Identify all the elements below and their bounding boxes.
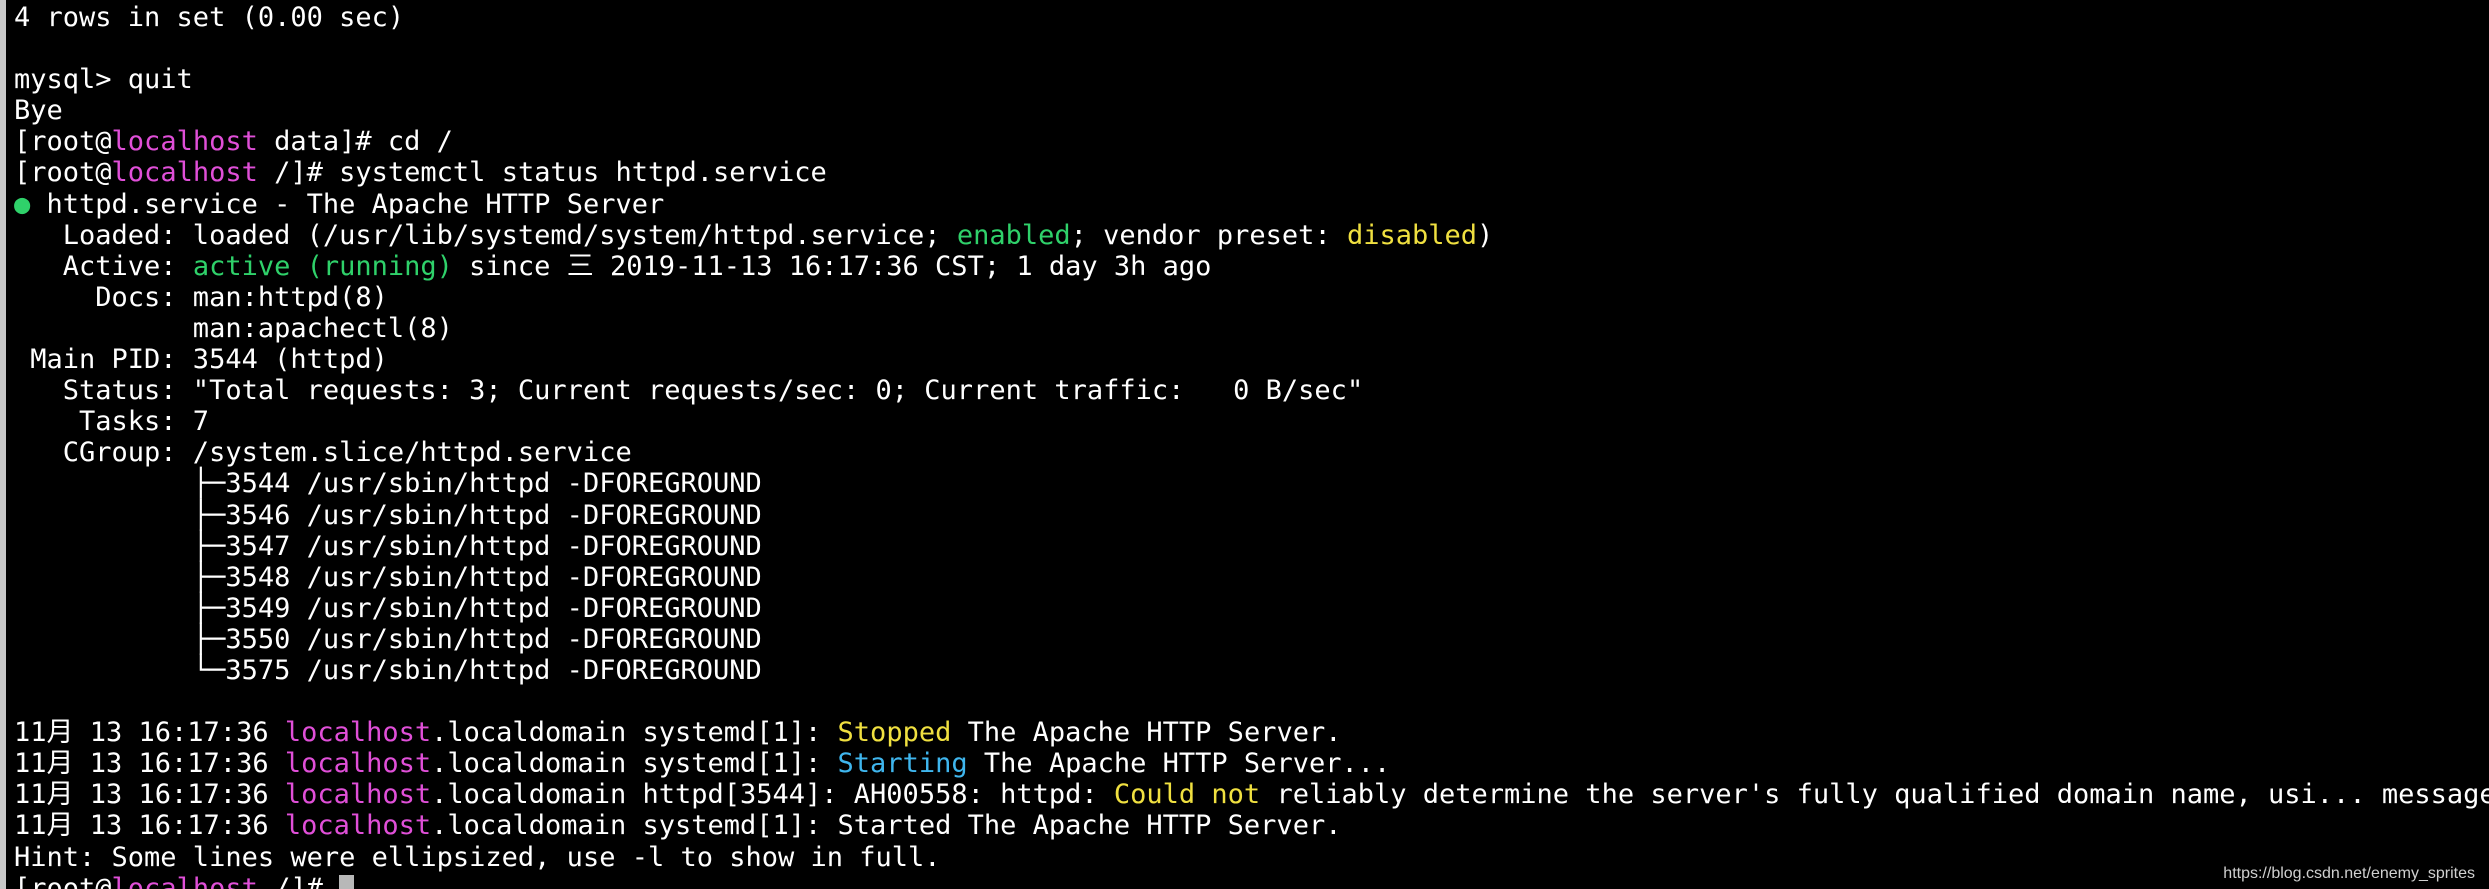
- terminal-text: The Apache HTTP Server.: [951, 717, 1342, 749]
- highlighted-text: localhost: [284, 748, 432, 780]
- highlighted-text: localhost: [111, 872, 258, 889]
- window-left-border: [0, 0, 6, 889]
- highlighted-text: enabled: [956, 219, 1071, 251]
- terminal-line: Status: "Total requests: 3; Current requ…: [14, 375, 2489, 406]
- terminal-text: Loaded: loaded (/usr/lib/systemd/system/…: [14, 219, 957, 251]
- terminal-text: ├─3544 /usr/sbin/httpd -DFOREGROUND: [14, 468, 762, 500]
- terminal-text: 11月 13 16:17:36: [14, 748, 285, 780]
- terminal-text: .localdomain systemd[1]:: [431, 717, 838, 749]
- terminal-text: ├─3550 /usr/sbin/httpd -DFOREGROUND: [14, 623, 762, 655]
- terminal-text: Active:: [14, 250, 193, 282]
- terminal-line: mysql> quit: [14, 64, 2489, 95]
- text-cursor: [339, 874, 355, 889]
- terminal-line: ├─3547 /usr/sbin/httpd -DFOREGROUND: [14, 531, 2489, 562]
- terminal-line: 11月 13 16:17:36 localhost.localdomain ht…: [14, 779, 2489, 810]
- terminal-text: 11月 13 16:17:36: [14, 810, 285, 842]
- highlighted-text: localhost: [284, 810, 432, 842]
- terminal-text: Docs: man:httpd(8): [14, 281, 388, 313]
- highlighted-text: Stopped: [837, 717, 952, 749]
- terminal-line: CGroup: /system.slice/httpd.service: [14, 437, 2489, 468]
- terminal-line: Main PID: 3544 (httpd): [14, 344, 2489, 375]
- highlighted-text: localhost: [111, 126, 258, 158]
- terminal-line: ├─3549 /usr/sbin/httpd -DFOREGROUND: [14, 593, 2489, 624]
- terminal-text: Tasks: 7: [14, 406, 210, 438]
- terminal-line: Docs: man:httpd(8): [14, 282, 2489, 313]
- terminal-line: 11月 13 16:17:36 localhost.localdomain sy…: [14, 748, 2489, 779]
- terminal-text: Status: "Total requests: 3; Current requ…: [14, 375, 1364, 407]
- terminal-text: ; vendor preset:: [1070, 219, 1347, 251]
- terminal-line: ├─3546 /usr/sbin/httpd -DFOREGROUND: [14, 500, 2489, 531]
- terminal-line: [root@localhost data]# cd /: [14, 126, 2489, 157]
- terminal-text: Bye: [14, 95, 63, 127]
- terminal-line: [root@localhost /]#: [14, 873, 2489, 889]
- highlighted-text: ●: [14, 188, 31, 220]
- terminal-text: /]# systemctl status httpd.service: [257, 157, 827, 189]
- terminal-text: [root@: [14, 157, 112, 189]
- highlighted-text: localhost: [284, 717, 432, 749]
- terminal-line: └─3575 /usr/sbin/httpd -DFOREGROUND: [14, 655, 2489, 686]
- terminal-text: Main PID: 3544 (httpd): [14, 344, 388, 376]
- terminal-line: Bye: [14, 95, 2489, 126]
- highlighted-text: localhost: [111, 157, 258, 189]
- terminal-line: Tasks: 7: [14, 406, 2489, 437]
- terminal-text: since 三 2019-11-13 16:17:36 CST; 1 day 3…: [452, 250, 1212, 282]
- terminal-text: CGroup: /system.slice/httpd.service: [14, 437, 632, 469]
- terminal-text: data]# cd /: [257, 126, 453, 158]
- terminal-text: The Apache HTTP Server...: [967, 748, 1391, 780]
- terminal-text: Hint: Some lines were ellipsized, use -l…: [14, 841, 941, 873]
- terminal-text: ├─3546 /usr/sbin/httpd -DFOREGROUND: [14, 499, 762, 531]
- terminal-text: ├─3549 /usr/sbin/httpd -DFOREGROUND: [14, 592, 762, 624]
- terminal-line: Loaded: loaded (/usr/lib/systemd/system/…: [14, 220, 2489, 251]
- terminal-text: 11月 13 16:17:36: [14, 717, 285, 749]
- watermark-text: https://blog.csdn.net/enemy_sprites: [2223, 865, 2475, 882]
- terminal-line: 11月 13 16:17:36 localhost.localdomain sy…: [14, 717, 2489, 748]
- terminal-text: .localdomain systemd[1]:: [431, 748, 838, 780]
- terminal-line: ├─3550 /usr/sbin/httpd -DFOREGROUND: [14, 624, 2489, 655]
- terminal-text: httpd.service - The Apache HTTP Server: [30, 188, 665, 220]
- terminal-text: 11月 13 16:17:36: [14, 779, 285, 811]
- terminal-text: ├─3548 /usr/sbin/httpd -DFOREGROUND: [14, 561, 762, 593]
- terminal-line: 11月 13 16:17:36 localhost.localdomain sy…: [14, 810, 2489, 841]
- terminal-text: └─3575 /usr/sbin/httpd -DFOREGROUND: [14, 654, 762, 686]
- terminal-text: [root@: [14, 872, 112, 889]
- terminal-text: .localdomain httpd[3544]: AH00558: httpd…: [431, 779, 1114, 811]
- terminal-line: man:apachectl(8): [14, 313, 2489, 344]
- terminal-line: [root@localhost /]# systemctl status htt…: [14, 157, 2489, 188]
- highlighted-text: Could not: [1113, 779, 1261, 811]
- terminal-text: /]#: [257, 872, 340, 889]
- terminal-text: man:apachectl(8): [14, 312, 453, 344]
- terminal-window[interactable]: 4 rows in set (0.00 sec) mysql> quit Bye [r…: [0, 0, 2489, 889]
- highlighted-text: localhost: [284, 779, 432, 811]
- terminal-text: ├─3547 /usr/sbin/httpd -DFOREGROUND: [14, 530, 762, 562]
- terminal-line: ├─3544 /usr/sbin/httpd -DFOREGROUND: [14, 468, 2489, 499]
- terminal-line: Active: active (running) since 三 2019-11…: [14, 251, 2489, 282]
- terminal-text: .localdomain systemd[1]: Started The Apa…: [431, 810, 1342, 842]
- terminal-line: ● httpd.service - The Apache HTTP Server: [14, 189, 2489, 220]
- highlighted-text: disabled: [1346, 219, 1477, 251]
- terminal-text: reliably determine the server's fully qu…: [1260, 779, 2489, 811]
- terminal-output: 4 rows in set (0.00 sec) mysql> quit Bye [r…: [14, 2, 2489, 889]
- terminal-text: [root@: [14, 126, 112, 158]
- terminal-line: Hint: Some lines were ellipsized, use -l…: [14, 842, 2489, 873]
- terminal-text: mysql> quit: [14, 64, 193, 96]
- terminal-text: ): [1477, 219, 1494, 251]
- highlighted-text: active (running): [192, 250, 453, 282]
- terminal-text: 4 rows in set (0.00 sec): [14, 2, 405, 33]
- highlighted-text: Starting: [837, 748, 968, 780]
- terminal-line: ├─3548 /usr/sbin/httpd -DFOREGROUND: [14, 562, 2489, 593]
- terminal-line: 4 rows in set (0.00 sec): [14, 2, 2489, 33]
